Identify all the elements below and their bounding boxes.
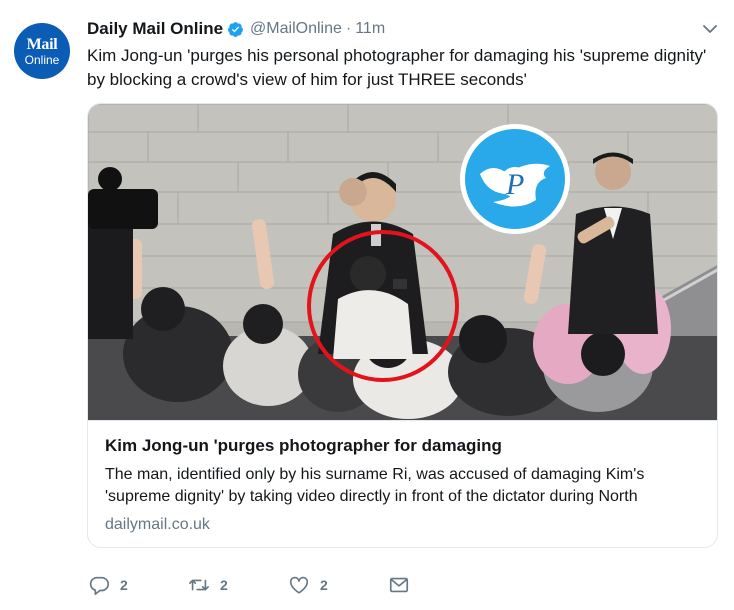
timestamp[interactable]: 11m xyxy=(355,20,385,38)
tweet-actions: 2 2 2 xyxy=(88,574,410,596)
link-card[interactable]: P Kim Jong-un 'purges photographer for d… xyxy=(87,103,718,548)
card-description: The man, identified only by his surname … xyxy=(105,466,645,505)
reply-button[interactable]: 2 xyxy=(88,574,188,596)
envelope-icon xyxy=(389,577,409,593)
retweet-button[interactable]: 2 xyxy=(188,574,288,596)
tweet[interactable]: Mail Online Daily Mail Online @MailOnlin… xyxy=(0,0,734,610)
card-body[interactable]: Kim Jong-un 'purges photographer for dam… xyxy=(88,420,717,547)
card-image[interactable]: P xyxy=(88,104,717,420)
separator-dot: · xyxy=(345,20,352,37)
direct-message-button[interactable] xyxy=(388,574,410,596)
card-title[interactable]: Kim Jong-un 'purges photographer for dam… xyxy=(105,436,705,456)
retweet-count: 2 xyxy=(220,577,228,593)
reply-icon xyxy=(89,576,109,595)
retweet-icon xyxy=(189,579,209,591)
tweet-header: Daily Mail Online @MailOnline · 11m xyxy=(87,19,385,39)
avatar-logo-line2: Online xyxy=(24,52,60,67)
display-name[interactable]: Daily Mail Online xyxy=(87,19,223,39)
verified-badge-icon xyxy=(228,21,243,37)
handle[interactable]: @MailOnline xyxy=(250,20,342,38)
chevron-down-icon[interactable] xyxy=(703,24,717,34)
tweet-text: Kim Jong-un 'purges his personal photogr… xyxy=(87,46,707,89)
card-photo: P xyxy=(88,104,717,420)
reply-count: 2 xyxy=(120,577,128,593)
heart-icon xyxy=(289,576,309,594)
avatar[interactable]: Mail Online xyxy=(14,23,70,79)
like-count: 2 xyxy=(320,577,328,593)
avatar-logo-line1: Mail xyxy=(26,35,58,53)
watermark-letter: P xyxy=(505,168,524,201)
card-domain[interactable]: dailymail.co.uk xyxy=(105,516,210,534)
like-button[interactable]: 2 xyxy=(288,574,388,596)
